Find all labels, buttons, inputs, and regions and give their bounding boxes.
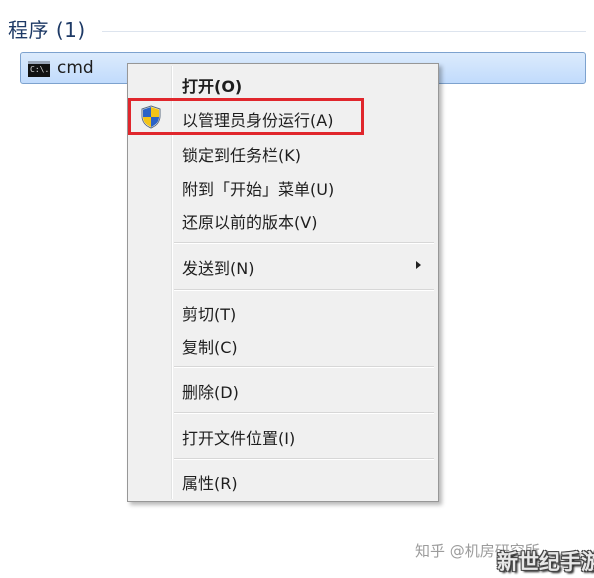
submenu-arrow-icon <box>416 261 421 269</box>
menu-separator <box>174 242 434 244</box>
menu-item-label: 剪切(T) <box>182 305 237 324</box>
menu-item-label: 锁定到任务栏(K) <box>182 146 301 165</box>
section-title: 程序 (1) <box>8 18 86 42</box>
menu-item-label: 发送到(N) <box>182 259 255 278</box>
menu-separator <box>174 458 434 460</box>
menu-item-properties[interactable]: 属性(R) <box>131 465 435 495</box>
menu-item-label: 打开(O) <box>182 77 243 96</box>
menu-item-label: 删除(D) <box>182 383 239 402</box>
menu-item-open-file-location[interactable]: 打开文件位置(I) <box>131 420 435 450</box>
console-icon: C:\. <box>28 61 50 77</box>
menu-item-copy[interactable]: 复制(C) <box>131 329 435 359</box>
menu-item-restore-versions[interactable]: 还原以前的版本(V) <box>131 204 435 234</box>
menu-item-open[interactable]: 打开(O) <box>131 68 435 98</box>
brand-logo: 新世纪手游 <box>497 550 594 574</box>
menu-item-pin-taskbar[interactable]: 锁定到任务栏(K) <box>131 137 435 167</box>
menu-item-label: 附到「开始」菜单(U) <box>182 180 335 199</box>
menu-item-label: 还原以前的版本(V) <box>182 213 318 232</box>
menu-item-label: 复制(C) <box>182 338 238 357</box>
menu-item-send-to[interactable]: 发送到(N) <box>131 250 435 280</box>
console-icon-text: C:\. <box>30 65 50 74</box>
menu-item-label: 打开文件位置(I) <box>182 429 296 448</box>
menu-separator <box>174 289 434 291</box>
menu-separator <box>174 366 434 368</box>
annotation-highlight-box <box>128 98 364 135</box>
menu-separator <box>174 412 434 414</box>
search-result-label: cmd <box>57 58 94 78</box>
menu-item-label: 属性(R) <box>182 474 238 493</box>
context-menu: 打开(O) 以管理员身份运行(A) 锁定到任务栏(K) 附到「开始」菜单(U) … <box>127 63 439 502</box>
menu-item-delete[interactable]: 删除(D) <box>131 374 435 404</box>
menu-item-pin-start[interactable]: 附到「开始」菜单(U) <box>131 171 435 201</box>
section-divider <box>102 31 586 32</box>
menu-item-cut[interactable]: 剪切(T) <box>131 296 435 326</box>
